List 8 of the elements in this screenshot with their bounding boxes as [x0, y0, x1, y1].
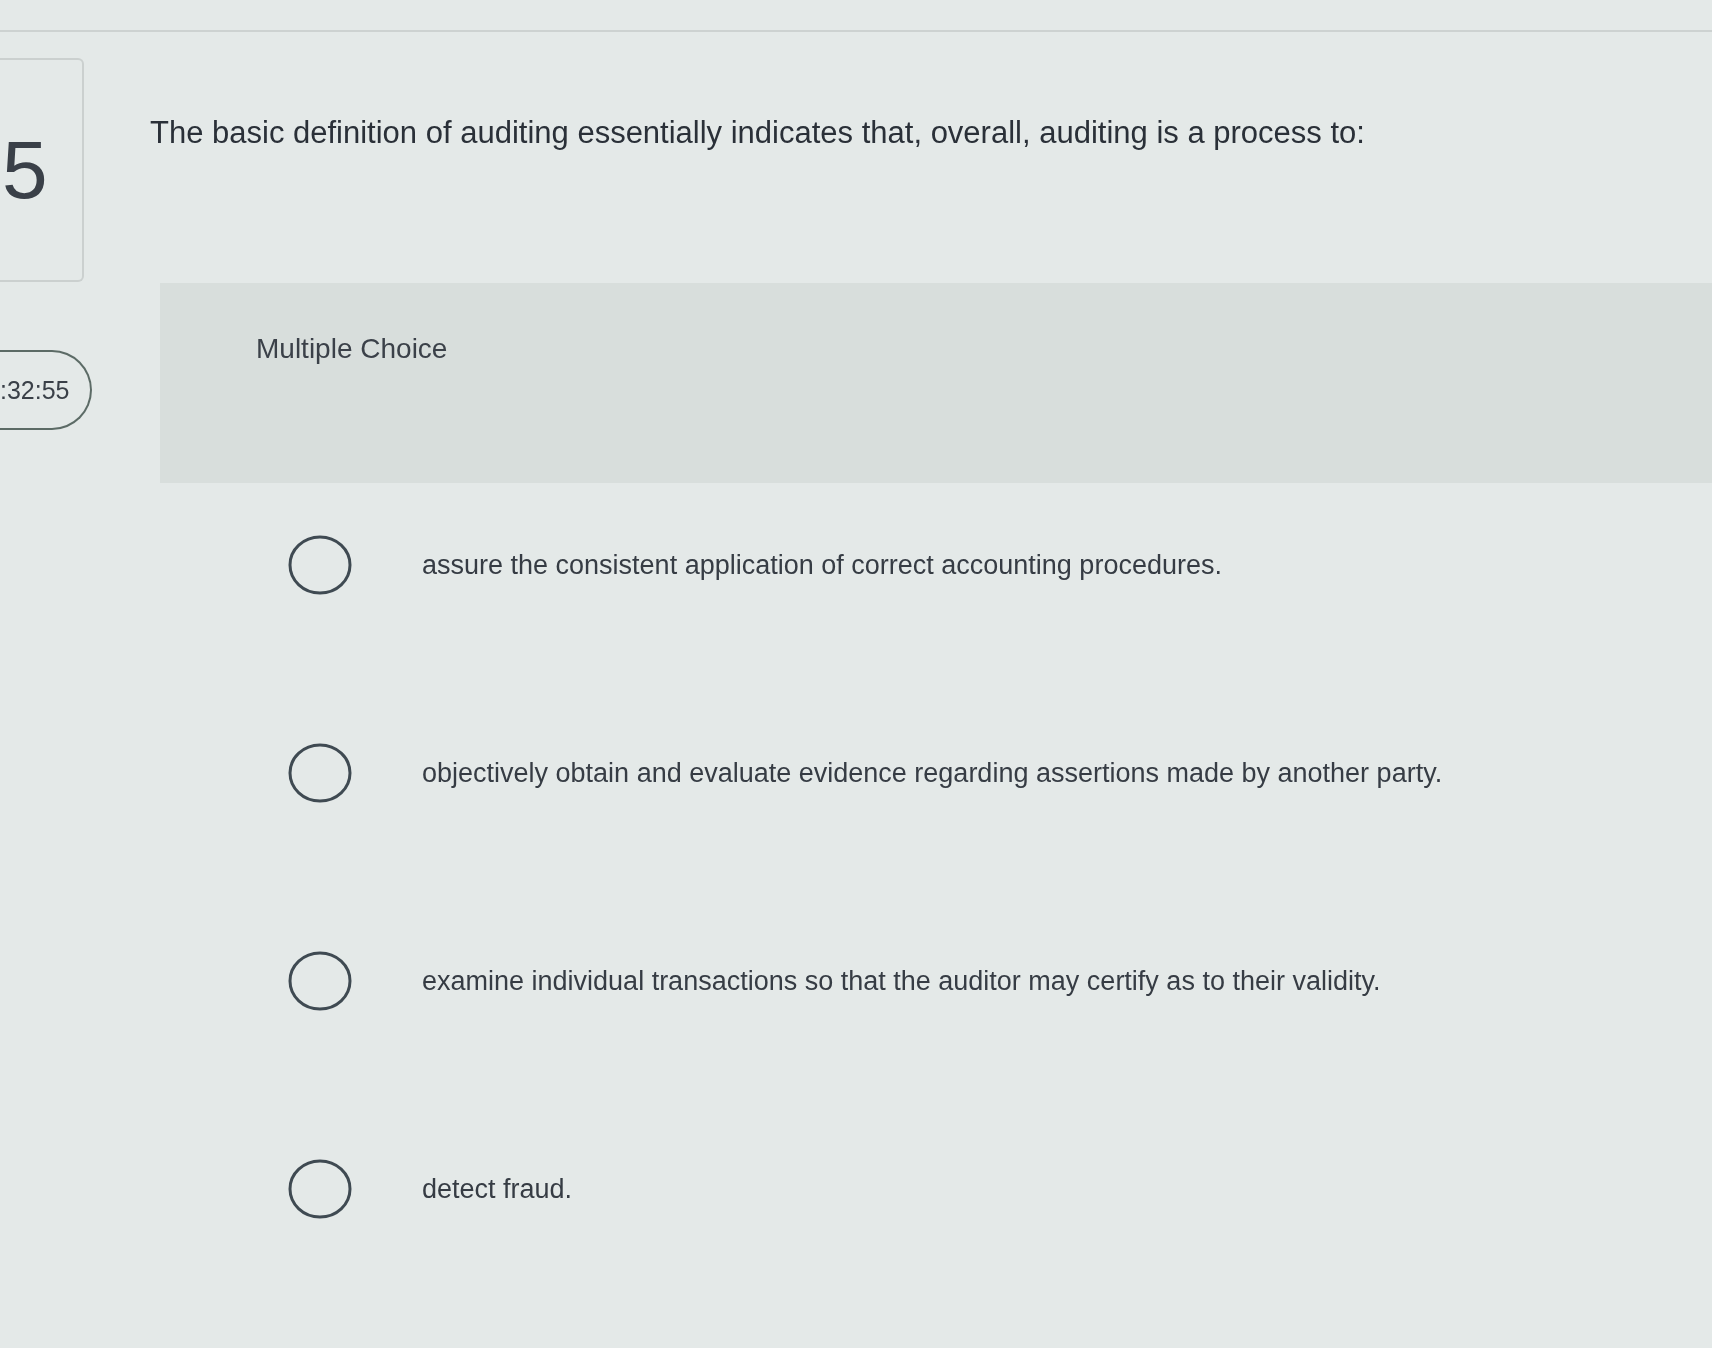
timer: :32:55: [0, 350, 92, 430]
option-text[interactable]: objectively obtain and evaluate evidence regarding assertions made by another party.: [422, 757, 1443, 789]
option-text[interactable]: examine individual transactions so that the auditor may certify as to their validity.: [422, 965, 1381, 997]
question-text: The basic definition of auditing essentially indicates that, overall, auditing is a process to:: [150, 114, 1366, 152]
option-text[interactable]: detect fraud.: [422, 1173, 573, 1205]
question-number: 5: [1, 129, 48, 211]
question-type-label: Multiple Choice: [256, 333, 448, 365]
option-text[interactable]: assure the consistent application of correct accounting procedures.: [422, 549, 1222, 581]
